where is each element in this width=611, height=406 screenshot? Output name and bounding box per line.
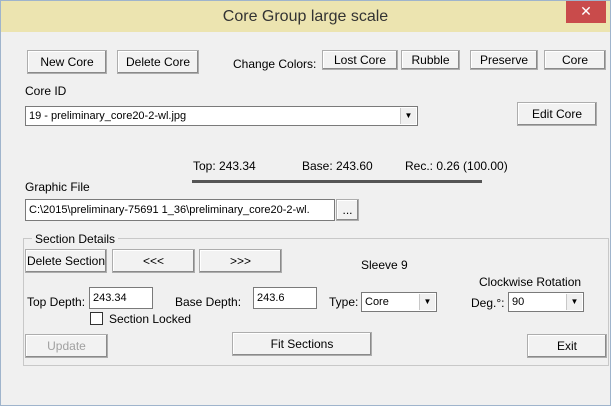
- base-depth-label: Base Depth:: [175, 295, 242, 309]
- degrees-value: 90: [512, 296, 525, 308]
- core-id-dropdown[interactable]: 19 - preliminary_core20-2-wl.jpg ▼: [25, 106, 418, 126]
- edit-core-button[interactable]: Edit Core: [517, 102, 597, 126]
- graphic-file-label: Graphic File: [25, 180, 90, 194]
- degrees-label: Deg.°:: [471, 296, 505, 310]
- graphic-file-path: C:\2015\preliminary-75691 1_36\prelimina…: [29, 204, 310, 216]
- chevron-down-icon[interactable]: ▼: [566, 294, 582, 310]
- section-details-title: Section Details: [32, 232, 119, 246]
- next-section-button[interactable]: >>>: [199, 249, 282, 273]
- core-id-label: Core ID: [25, 84, 67, 98]
- top-depth-label: Top Depth:: [27, 295, 86, 309]
- chevron-down-icon[interactable]: ▼: [419, 294, 435, 310]
- fit-sections-button[interactable]: Fit Sections: [232, 332, 372, 356]
- clockwise-rotation-label: Clockwise Rotation: [479, 275, 582, 289]
- window-title: Core Group large scale: [222, 8, 389, 25]
- previous-section-button[interactable]: <<<: [112, 249, 195, 273]
- top-depth-input[interactable]: 243.34: [89, 287, 153, 309]
- summary-top: Top: 243.34: [193, 159, 256, 173]
- exit-button[interactable]: Exit: [527, 334, 607, 358]
- delete-section-button[interactable]: Delete Section: [25, 249, 107, 273]
- dialog-body: New Core Delete Core Change Colors: Lost…: [9, 32, 609, 402]
- type-label: Type:: [329, 295, 359, 309]
- browse-button[interactable]: ...: [336, 199, 359, 221]
- summary-rec: Rec.: 0.26 (100.00): [405, 159, 508, 173]
- change-colors-label: Change Colors:: [233, 57, 317, 71]
- core-color-button[interactable]: Core: [544, 50, 606, 70]
- summary-divider: [192, 180, 482, 183]
- new-core-button[interactable]: New Core: [27, 50, 107, 74]
- summary-base: Base: 243.60: [302, 159, 373, 173]
- preserve-color-button[interactable]: Preserve: [470, 50, 538, 70]
- rubble-color-button[interactable]: Rubble: [401, 50, 460, 70]
- update-button[interactable]: Update: [25, 334, 108, 358]
- chevron-down-icon[interactable]: ▼: [400, 108, 416, 124]
- delete-core-button[interactable]: Delete Core: [117, 50, 199, 74]
- core-id-value: 19 - preliminary_core20-2-wl.jpg: [29, 110, 187, 122]
- sleeve-label: Sleeve 9: [361, 258, 408, 272]
- close-icon[interactable]: ✕: [566, 1, 606, 23]
- degrees-dropdown[interactable]: 90 ▼: [508, 292, 584, 312]
- title-bar[interactable]: Core Group large scale ✕: [1, 1, 610, 32]
- section-locked-label: Section Locked: [109, 312, 192, 326]
- core-group-window: Core Group large scale ✕ New Core Delete…: [0, 0, 611, 406]
- section-locked-checkbox[interactable]: [90, 312, 103, 325]
- lost-core-color-button[interactable]: Lost Core: [322, 50, 398, 70]
- type-dropdown[interactable]: Core ▼: [361, 292, 437, 312]
- graphic-file-input[interactable]: C:\2015\preliminary-75691 1_36\prelimina…: [25, 199, 335, 221]
- base-depth-input[interactable]: 243.6: [253, 287, 317, 309]
- type-value: Core: [365, 296, 389, 308]
